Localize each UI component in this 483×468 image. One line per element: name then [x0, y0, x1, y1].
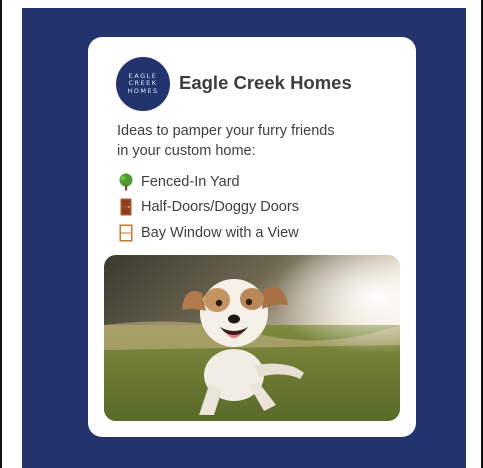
post-card: EAGLE CREEK HOMES Eagle Creek Homes Idea…: [88, 37, 416, 437]
post-intro: Ideas to pamper your furry friends in yo…: [117, 123, 335, 159]
logo-line: HOMES: [127, 86, 159, 95]
page-frame: EAGLE CREEK HOMES Eagle Creek Homes Idea…: [0, 0, 483, 468]
idea-list: Fenced-In Yard Half-Doors/Doggy Doors Ba…: [118, 169, 299, 246]
dog-photo-illustration: [104, 255, 400, 421]
list-item: Half-Doors/Doggy Doors: [118, 195, 299, 221]
list-item: Bay Window with a View: [118, 220, 299, 246]
door-icon: [120, 198, 132, 216]
list-item-label: Bay Window with a View: [141, 224, 299, 241]
window-icon: [119, 224, 133, 242]
brand-logo: EAGLE CREEK HOMES: [116, 57, 170, 111]
list-item: Fenced-In Yard: [118, 169, 299, 195]
list-item-label: Fenced-In Yard: [141, 173, 240, 190]
dog-running-photo: [104, 255, 400, 421]
brand-name: Eagle Creek Homes: [179, 72, 352, 93]
tree-icon: [119, 173, 133, 191]
list-item-label: Half-Doors/Doggy Doors: [141, 199, 299, 216]
